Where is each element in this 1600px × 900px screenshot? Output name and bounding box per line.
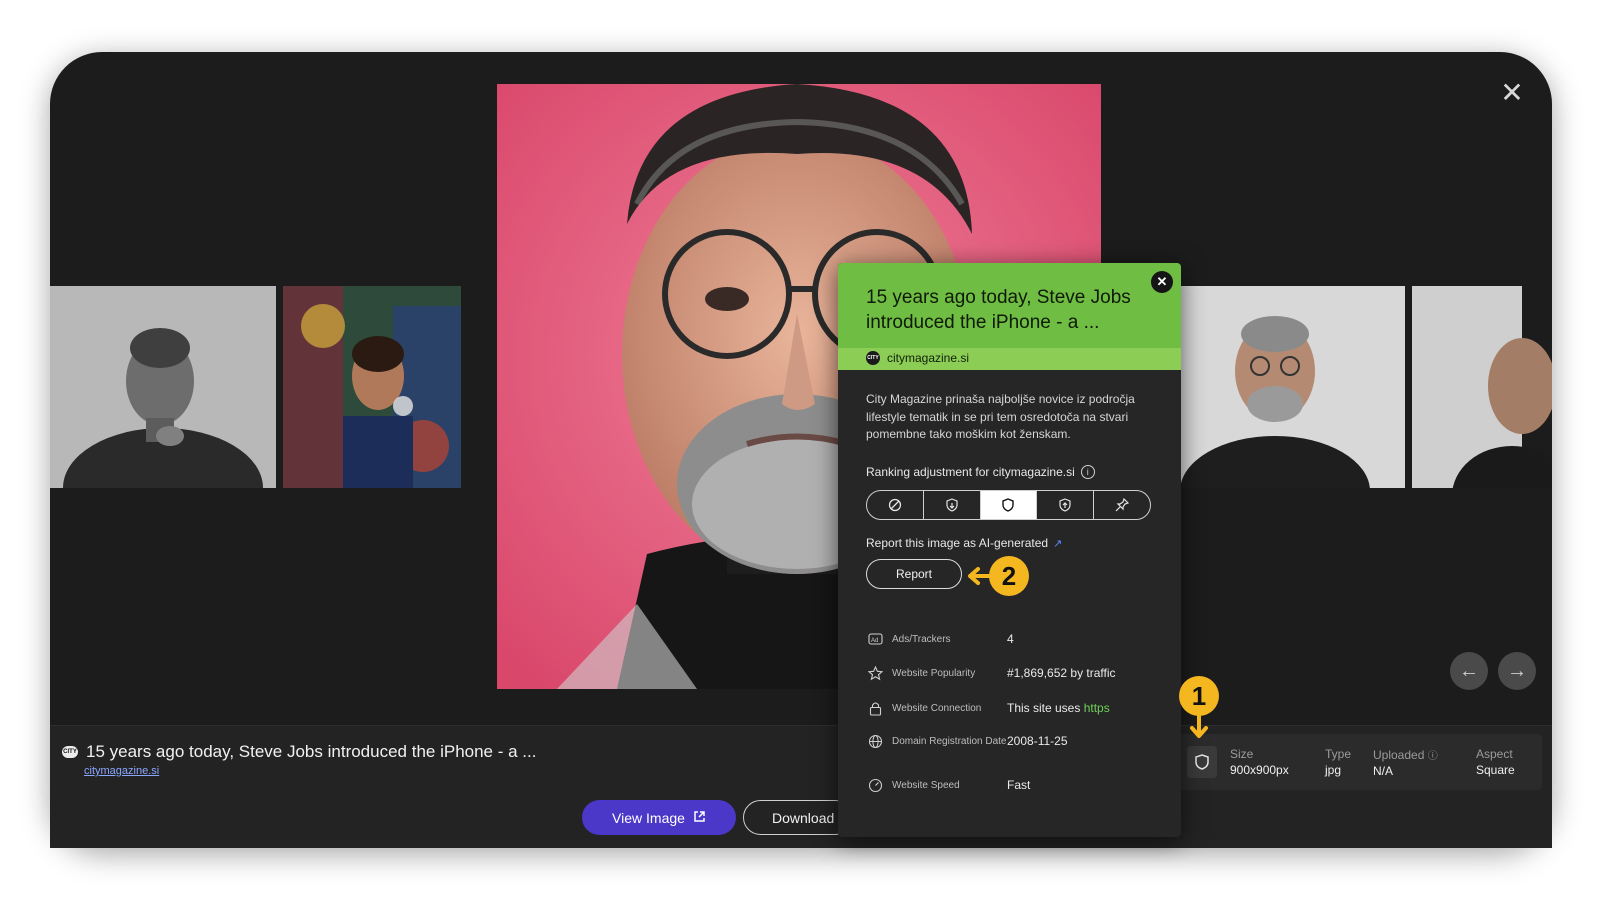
external-link-icon[interactable]: ↗ bbox=[1053, 537, 1062, 550]
image-title: 15 years ago today, Steve Jobs introduce… bbox=[86, 742, 537, 761]
star-icon bbox=[866, 664, 884, 682]
info-icon[interactable]: i bbox=[1080, 465, 1095, 479]
svg-text:Ad: Ad bbox=[871, 638, 878, 644]
meta-uploaded: Uploaded ⓘ N/A bbox=[1373, 748, 1438, 778]
annotation-arrow-1 bbox=[1190, 714, 1208, 738]
close-icon[interactable]: ✕ bbox=[1497, 78, 1527, 108]
info-icon: ⓘ bbox=[1427, 751, 1438, 762]
ranking-block-button[interactable] bbox=[867, 491, 924, 519]
lock-icon bbox=[866, 699, 884, 717]
image-source-link[interactable]: citymagazine.si bbox=[84, 765, 159, 777]
popup-description: City Magazine prinaša najboljše novice i… bbox=[866, 392, 1135, 441]
annotation-marker-1: 1 bbox=[1179, 676, 1219, 716]
meta-aspect: Aspect Square bbox=[1476, 747, 1515, 777]
ranking-selector bbox=[866, 490, 1151, 520]
external-link-icon bbox=[693, 810, 706, 826]
ad-icon: Ad bbox=[866, 630, 884, 648]
info-website-speed: Website Speed Fast bbox=[866, 776, 1030, 794]
site-info-popup: 15 years ago today, Steve Jobs introduce… bbox=[838, 263, 1181, 837]
image-title-row: CITY 15 years ago today, Steve Jobs intr… bbox=[62, 742, 536, 762]
download-label: Download bbox=[772, 809, 835, 826]
shield-down-icon bbox=[946, 498, 958, 512]
info-domain-registration: Domain Registration Date 2008-11-25 bbox=[866, 732, 1068, 750]
shield-icon[interactable] bbox=[1187, 746, 1217, 778]
ranking-raise-button[interactable] bbox=[1037, 491, 1095, 519]
annotation-arrow-2 bbox=[968, 567, 992, 585]
speedometer-icon bbox=[866, 776, 884, 794]
meta-type: Type jpg bbox=[1325, 747, 1352, 777]
thumbnail-left-1[interactable] bbox=[50, 286, 276, 488]
info-ads-trackers: Ad Ads/Trackers 4 bbox=[866, 630, 1014, 648]
popup-close-icon[interactable]: ✕ bbox=[1151, 271, 1173, 293]
ranking-lower-button[interactable] bbox=[924, 491, 981, 519]
next-arrow-icon[interactable]: → bbox=[1498, 652, 1536, 690]
site-logo-icon: CITY bbox=[62, 746, 78, 758]
thumbnail-right-1[interactable] bbox=[1180, 286, 1405, 488]
ai-report-label: Report this image as AI-generated ↗ bbox=[866, 536, 1063, 550]
shield-up-icon bbox=[1059, 498, 1071, 512]
view-image-button[interactable]: View Image bbox=[582, 800, 736, 835]
block-icon bbox=[888, 498, 902, 512]
globe-icon bbox=[866, 732, 884, 750]
ranking-pin-button[interactable] bbox=[1094, 491, 1150, 519]
report-button[interactable]: Report bbox=[866, 559, 962, 589]
info-website-popularity: Website Popularity #1,869,652 by traffic bbox=[866, 664, 1116, 682]
ranking-label: Ranking adjustment for citymagazine.si i bbox=[866, 465, 1095, 479]
ranking-normal-button[interactable] bbox=[980, 491, 1038, 519]
annotation-marker-2: 2 bbox=[989, 556, 1029, 596]
info-website-connection: Website Connection This site uses https bbox=[866, 699, 1110, 717]
view-image-label: View Image bbox=[612, 809, 685, 826]
shield-icon bbox=[1002, 498, 1015, 512]
thumbnail-right-2[interactable] bbox=[1412, 286, 1552, 488]
popup-title: 15 years ago today, Steve Jobs introduce… bbox=[866, 287, 1131, 333]
site-logo-icon: CITY bbox=[866, 351, 880, 365]
popup-site: CITY citymagazine.si bbox=[866, 351, 970, 365]
previous-arrow-icon[interactable]: ← bbox=[1450, 652, 1488, 690]
pin-icon bbox=[1115, 498, 1130, 512]
meta-size: Size 900x900px bbox=[1230, 747, 1289, 777]
download-button[interactable]: Download bbox=[743, 800, 853, 835]
thumbnail-left-2[interactable] bbox=[283, 286, 461, 488]
